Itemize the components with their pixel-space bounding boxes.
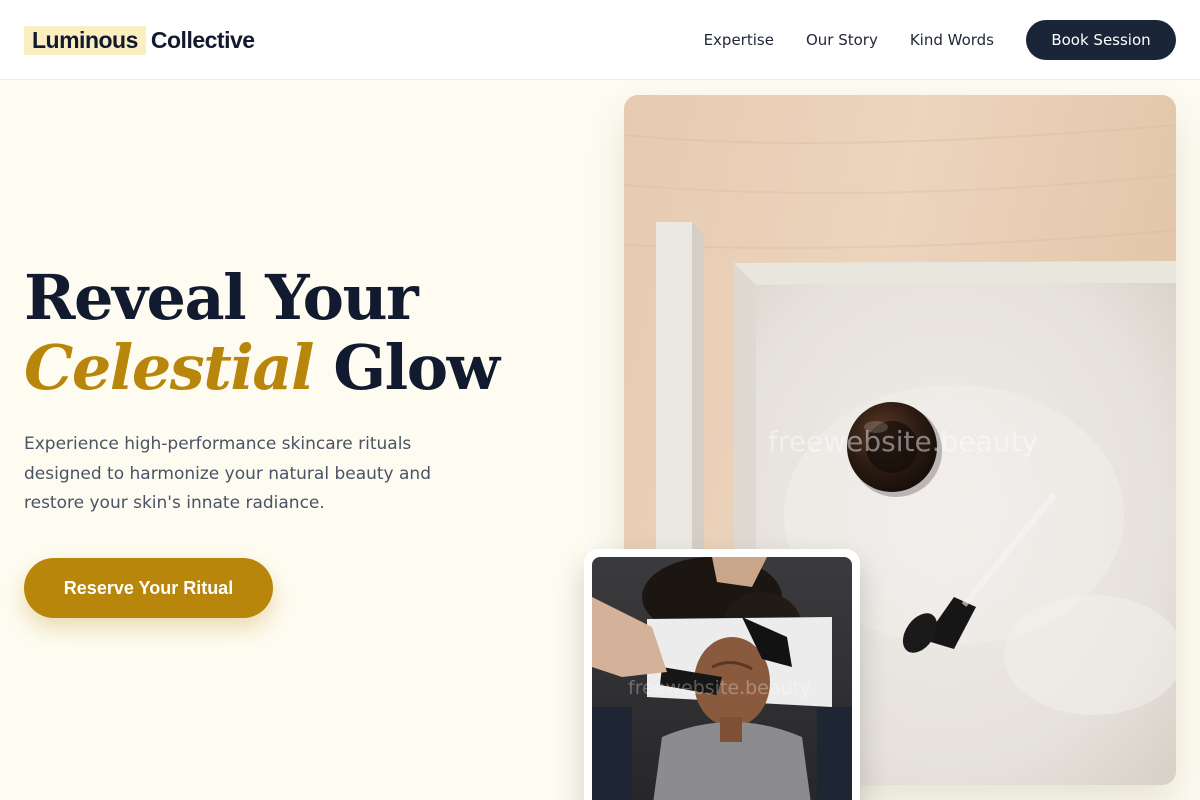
hero-secondary-image: freewebsite.beauty xyxy=(584,549,860,800)
secondary-image-frame: freewebsite.beauty xyxy=(592,557,852,800)
hero-title-line1: Reveal Your xyxy=(24,261,419,334)
facial-treatment-photo-icon xyxy=(592,557,852,800)
reserve-ritual-button[interactable]: Reserve Your Ritual xyxy=(24,558,273,618)
nav-link-our-story[interactable]: Our Story xyxy=(806,31,878,49)
book-session-button[interactable]: Book Session xyxy=(1026,20,1176,60)
nav-link-expertise[interactable]: Expertise xyxy=(704,31,774,49)
hero-title: Reveal Your Celestial Glow xyxy=(24,263,564,403)
main-nav: Expertise Our Story Kind Words Book Sess… xyxy=(704,20,1176,60)
site-header: Luminous Collective Expertise Our Story … xyxy=(0,0,1200,80)
hero-subtitle: Experience high-performance skincare rit… xyxy=(24,434,431,513)
hero-title-accent: Celestial xyxy=(24,331,315,404)
nav-link-kind-words[interactable]: Kind Words xyxy=(910,31,994,49)
hero-title-rest: Glow xyxy=(333,331,500,404)
logo-text: Collective xyxy=(150,26,255,53)
logo-highlight: Luminous xyxy=(24,25,146,55)
logo[interactable]: Luminous Collective xyxy=(24,24,255,56)
